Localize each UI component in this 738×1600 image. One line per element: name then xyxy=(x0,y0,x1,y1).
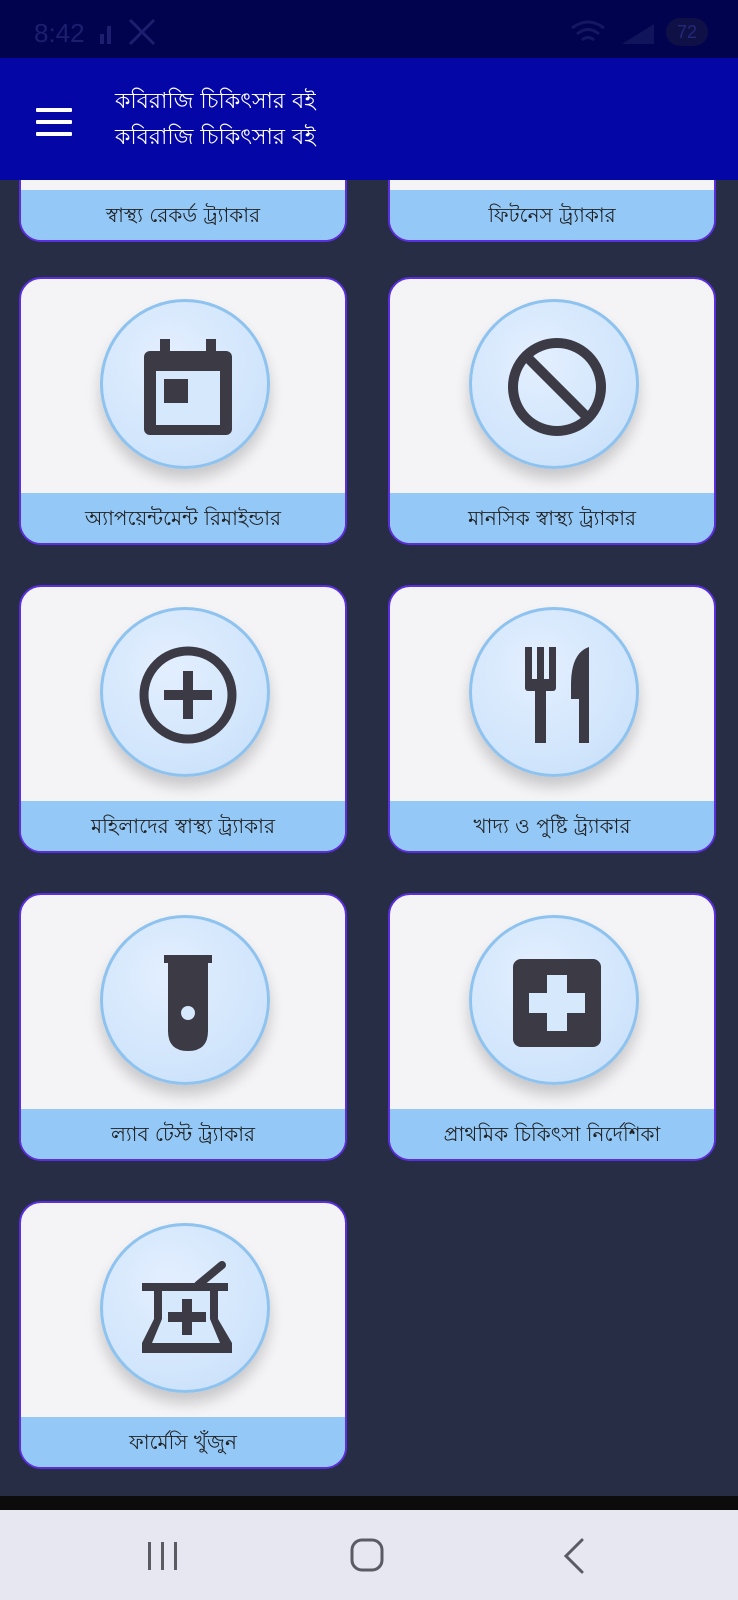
battery-icon: 72 xyxy=(666,18,708,46)
card-mental-health[interactable]: মানসিক স্বাস্থ্য ট্র্যাকার xyxy=(388,277,716,545)
card-label: ফার্মেসি খুঁজুন xyxy=(21,1417,345,1467)
calendar-icon xyxy=(144,339,232,435)
recents-icon[interactable] xyxy=(132,1532,192,1580)
add-circle-icon xyxy=(139,646,237,744)
back-icon[interactable] xyxy=(546,1532,606,1580)
test-tube-icon xyxy=(164,955,212,1051)
card-appointment-reminder[interactable]: অ্যাপয়েন্টমেন্ট রিমাইন্ডার xyxy=(19,277,347,545)
bottom-divider xyxy=(0,1496,738,1510)
icon-circle xyxy=(469,299,639,469)
app-title-line2: কবিরাজি চিকিৎসার বই xyxy=(115,125,316,150)
card-health-record[interactable]: স্বাস্থ্য রেকর্ড ট্র্যাকার xyxy=(19,180,347,242)
status-time: 8:42 xyxy=(34,18,85,48)
icon-circle xyxy=(100,607,270,777)
wifi-icon xyxy=(571,20,605,42)
status-right-icons: 72 xyxy=(538,14,708,48)
status-notification-icons xyxy=(100,18,156,46)
icon-circle xyxy=(100,299,270,469)
card-fitness[interactable]: ফিটনেস ট্র্যাকার xyxy=(388,180,716,242)
signal-icon xyxy=(622,24,654,44)
icon-circle xyxy=(100,1223,270,1393)
icon-circle xyxy=(100,915,270,1085)
card-label: প্রাথমিক চিকিৎসা নির্দেশিকা xyxy=(390,1109,714,1159)
icon-circle xyxy=(469,607,639,777)
card-lab-test[interactable]: ল্যাব টেস্ট ট্র্যাকার xyxy=(19,893,347,1161)
card-label: খাদ্য ও পুষ্টি ট্র্যাকার xyxy=(390,801,714,851)
card-label: মহিলাদের স্বাস্থ্য ট্র্যাকার xyxy=(21,801,345,851)
first-aid-icon xyxy=(513,959,601,1047)
card-label: অ্যাপয়েন্টমেন্ট রিমাইন্ডার xyxy=(21,493,345,543)
card-first-aid[interactable]: প্রাথমিক চিকিৎসা নির্দেশিকা xyxy=(388,893,716,1161)
card-label: স্বাস্থ্য রেকর্ড ট্র্যাকার xyxy=(21,190,345,240)
restaurant-icon xyxy=(525,647,589,743)
block-icon xyxy=(508,338,606,436)
home-icon[interactable] xyxy=(338,1532,398,1580)
card-label: মানসিক স্বাস্থ্য ট্র্যাকার xyxy=(390,493,714,543)
card-womens-health[interactable]: মহিলাদের স্বাস্থ্য ট্র্যাকার xyxy=(19,585,347,853)
feature-grid: স্বাস্থ্য রেকর্ড ট্র্যাকার ফিটনেস ট্র্যা… xyxy=(0,180,738,1496)
card-food-nutrition[interactable]: খাদ্য ও পুষ্টি ট্র্যাকার xyxy=(388,585,716,853)
icon-circle xyxy=(469,915,639,1085)
pharmacy-mortar-icon xyxy=(142,1261,232,1353)
app-bar: কবিরাজি চিকিৎসার বই কবিরাজি চিকিৎসার বই xyxy=(0,58,738,180)
card-label: ফিটনেস ট্র্যাকার xyxy=(390,190,714,240)
card-label: ল্যাব টেস্ট ট্র্যাকার xyxy=(21,1109,345,1159)
status-bar: 8:42 72 xyxy=(0,0,738,58)
hamburger-menu-icon[interactable] xyxy=(30,102,78,142)
card-find-pharmacy[interactable]: ফার্মেসি খুঁজুন xyxy=(19,1201,347,1469)
app-title-line1: কবিরাজি চিকিৎসার বই xyxy=(115,89,316,114)
